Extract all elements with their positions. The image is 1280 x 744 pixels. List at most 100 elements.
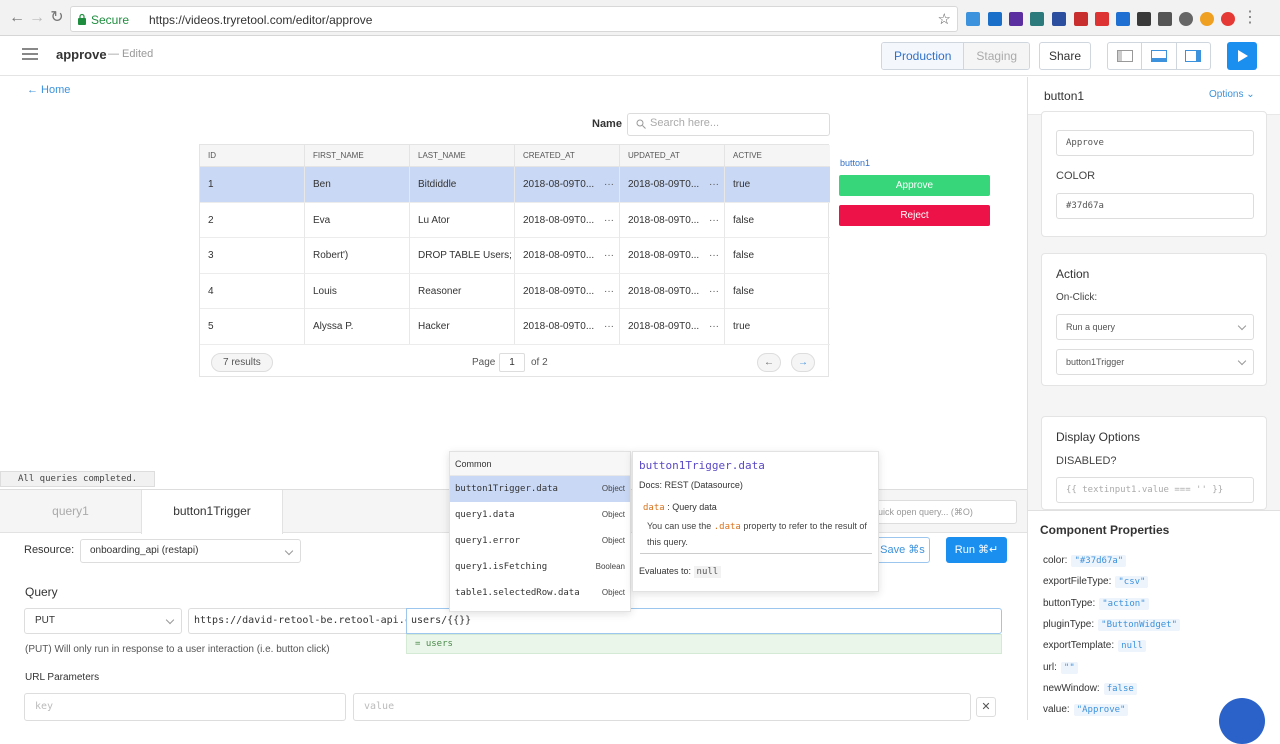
back-icon[interactable]: ← [8,9,26,27]
table-cell[interactable]: 2018-08-09T0... ··· [515,202,620,238]
run-button[interactable]: Run ⌘↵ [946,537,1007,563]
extension-icon[interactable] [988,12,1002,26]
env-staging-button[interactable]: Staging [964,43,1030,69]
table-row[interactable]: 2 Eva Lu Ator 2018-08-09T0... ··· 2018-08-09T… [200,202,830,238]
forward-icon[interactable]: → [28,9,46,27]
url-text[interactable]: https://videos.tryretool.com/editor/appr… [149,13,372,27]
expand-cell-icon[interactable]: ··· [709,309,719,344]
env-production-button[interactable]: Production [882,43,965,69]
table-cell[interactable]: 2018-08-09T0... ··· [515,238,620,273]
bookmark-star-icon[interactable]: ☆ [938,10,951,28]
table-cell[interactable]: 2018-08-09T0... ··· [620,238,725,273]
table-cell[interactable]: Lu Ator [410,202,515,238]
extension-icon[interactable] [1052,12,1066,26]
table-cell[interactable]: Alyssa P. [305,309,410,344]
table-row[interactable]: 5 Alyssa P. Hacker 2018-08-09T0... ··· 2018-0… [200,309,830,345]
remove-param-button[interactable]: ✕ [976,697,996,717]
table-row[interactable]: 1 Ben Bitdiddle 2018-08-09T0... ··· 2018-08-0… [200,167,830,203]
quick-open-input[interactable]: uick open query... (⌘O) [872,500,1017,524]
column-header[interactable]: ID [200,145,305,167]
table-cell[interactable]: DROP TABLE Users; [410,238,515,273]
extension-icon[interactable] [1179,12,1193,26]
table-cell[interactable]: 4 [200,273,305,309]
table-cell[interactable]: Louis [305,273,410,309]
table-cell[interactable]: 2018-08-09T0... ··· [620,273,725,309]
autocomplete-item[interactable]: query1.data Object [450,502,630,528]
hamburger-menu-icon[interactable] [22,48,38,60]
prev-page-button[interactable]: ← [757,353,781,372]
table-cell[interactable]: 5 [200,309,305,344]
expand-cell-icon[interactable]: ··· [604,274,614,309]
table-cell[interactable]: 2018-08-09T0... ··· [620,202,725,238]
extension-icon[interactable] [1221,12,1235,26]
table-cell[interactable]: 2 [200,202,305,238]
reload-icon[interactable]: ↻ [48,9,66,27]
options-menu[interactable]: Options ⌄ [1209,89,1255,100]
next-page-button[interactable]: → [791,353,815,372]
disabled-input[interactable]: {{ textinput1.value === '' }} [1056,477,1254,503]
extension-icon[interactable] [1158,12,1172,26]
expand-cell-icon[interactable]: ··· [604,238,614,273]
column-header[interactable]: CREATED_AT [515,145,620,167]
toggle-bottom-panel-icon[interactable] [1141,43,1177,69]
table-cell[interactable]: Reasoner [410,273,515,309]
extension-icon[interactable] [1200,12,1214,26]
table-cell[interactable]: 2018-08-09T0... ··· [515,273,620,309]
column-header[interactable]: LAST_NAME [410,145,515,167]
query-select[interactable]: button1Trigger [1056,349,1254,375]
tab-button1trigger[interactable]: button1Trigger [141,490,283,534]
table-cell[interactable]: 3 [200,238,305,273]
approve-button[interactable]: Approve [839,175,990,196]
table-cell[interactable]: true [725,309,830,344]
table-cell[interactable]: Ben [305,167,410,202]
extension-icon[interactable] [1074,12,1088,26]
table-cell[interactable]: false [725,203,830,238]
autocomplete-item[interactable]: query1.isFetching Boolean [450,554,630,580]
table-cell[interactable]: 2018-08-09T0... ··· [620,309,725,344]
preview-play-button[interactable] [1227,42,1257,70]
expand-cell-icon[interactable]: ··· [709,203,719,238]
table-cell[interactable]: 2018-08-09T0... ··· [620,167,725,202]
color-input[interactable]: #37d67a [1056,193,1254,219]
expand-cell-icon[interactable]: ··· [709,167,719,202]
column-header[interactable]: FIRST_NAME [305,145,410,167]
http-method-select[interactable]: PUT [24,608,182,634]
text-input[interactable]: Approve [1056,130,1254,156]
resource-select[interactable]: onboarding_api (restapi) [80,539,301,563]
expand-cell-icon[interactable]: ··· [604,167,614,202]
extension-icon[interactable] [1137,12,1151,26]
toggle-right-panel-icon[interactable] [1177,43,1210,69]
onclick-select[interactable]: Run a query [1056,314,1254,340]
kebab-menu-icon[interactable]: ⋮ [1241,9,1259,27]
autocomplete-item[interactable]: table1.selectedRow.data Object [450,580,630,606]
tab-query1[interactable]: query1 [0,490,141,533]
address-bar[interactable]: Secure https://videos.tryretool.com/edit… [70,6,958,32]
column-header[interactable]: ACTIVE [725,145,830,167]
expand-cell-icon[interactable]: ··· [604,203,614,238]
reject-button[interactable]: Reject [839,205,990,226]
table-cell[interactable]: Robert') [305,238,410,273]
table-cell[interactable]: true [725,167,830,202]
share-button[interactable]: Share [1039,42,1091,70]
home-link[interactable]: ← Home [27,84,70,96]
param-value-input[interactable]: value [353,693,971,721]
page-number-input[interactable]: 1 [499,353,525,372]
autocomplete-item[interactable]: button1Trigger.data Object [450,476,630,502]
table-row[interactable]: 4 Louis Reasoner 2018-08-09T0... ··· 2018-08-… [200,273,830,309]
extension-icon[interactable] [1095,12,1109,26]
table-row[interactable]: 3 Robert') DROP TABLE Users; 2018-08-09T0..… [200,238,830,274]
search-input-container[interactable] [627,113,830,136]
table-cell[interactable]: 2018-08-09T0... ··· [515,167,620,202]
table-cell[interactable]: false [725,238,830,273]
expand-cell-icon[interactable]: ··· [709,238,719,273]
component-name[interactable]: button1 [1044,89,1084,103]
autocomplete-item[interactable]: query1.error Object [450,528,630,554]
expand-cell-icon[interactable]: ··· [709,274,719,309]
search-input[interactable] [650,117,820,129]
extension-icon[interactable] [1116,12,1130,26]
app-name[interactable]: approve [56,47,107,62]
table-cell[interactable]: Bitdiddle [410,167,515,202]
expand-cell-icon[interactable]: ··· [604,309,614,344]
chat-support-icon[interactable] [1219,698,1265,744]
table-cell[interactable]: false [725,274,830,309]
